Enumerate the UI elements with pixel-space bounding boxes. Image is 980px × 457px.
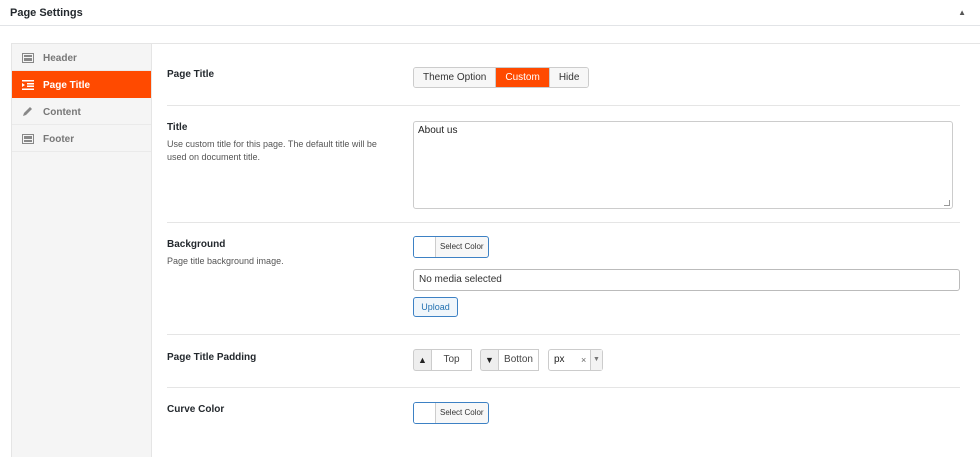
upload-button[interactable]: Upload — [413, 297, 458, 317]
media-url-input[interactable]: No media selected — [413, 269, 960, 291]
title-row: Title Use custom title for this page. Th… — [167, 106, 960, 223]
arrow-up-icon: ▲ — [413, 349, 431, 371]
layout-icon — [22, 53, 34, 63]
sidebar-item-page-title[interactable]: Page Title — [12, 71, 151, 98]
color-swatch — [414, 403, 436, 423]
clear-unit-icon[interactable]: × — [581, 350, 586, 370]
settings-title: Page Settings — [10, 7, 83, 19]
settings-panel: Header Page Title Content Footer Page Ti… — [11, 43, 980, 457]
select-color-label: Select Color — [440, 242, 484, 251]
padding-bottom-group: ▼ Botton — [480, 349, 539, 371]
settings-header[interactable]: Page Settings ▲ — [0, 0, 980, 26]
title-textarea[interactable]: About us — [413, 121, 953, 209]
page-title-mode-selector: Theme Option Custom Hide — [413, 67, 590, 88]
layout-icon — [22, 134, 34, 144]
hide-button[interactable]: Hide — [549, 68, 589, 87]
sidebar-item-footer[interactable]: Footer — [12, 125, 151, 152]
title-description: Use custom title for this page. The defa… — [167, 139, 377, 162]
theme-option-button[interactable]: Theme Option — [414, 68, 497, 87]
color-swatch — [414, 237, 436, 257]
sidebar-item-label: Content — [43, 107, 81, 118]
padding-bottom-input[interactable]: Botton — [498, 349, 539, 371]
title-value: About us — [418, 125, 458, 136]
custom-button[interactable]: Custom — [496, 68, 550, 87]
background-description: Page title background image. — [167, 256, 284, 266]
padding-row: Page Title Padding ▲ Top ▼ Botton px × ▼ — [167, 335, 960, 388]
background-label: Background — [167, 239, 226, 250]
background-color-picker[interactable]: Select Color — [413, 236, 489, 258]
page-title-row: Page Title Theme Option Custom Hide — [167, 44, 960, 106]
padding-top-input[interactable]: Top — [431, 349, 472, 371]
page-title-label: Page Title — [167, 69, 215, 80]
curve-color-label: Curve Color — [167, 404, 225, 415]
chevron-down-icon[interactable]: ▼ — [590, 350, 602, 370]
curve-color-picker[interactable]: Select Color — [413, 402, 489, 424]
settings-content: Page Title Theme Option Custom Hide Titl… — [153, 44, 980, 457]
padding-top-group: ▲ Top — [413, 349, 472, 371]
pencil-icon — [23, 107, 32, 116]
sidebar-item-label: Footer — [43, 134, 75, 145]
sidebar-item-header[interactable]: Header — [12, 44, 151, 71]
sidebar-item-label: Header — [43, 53, 77, 64]
padding-label: Page Title Padding — [167, 352, 257, 363]
sidebar-item-content[interactable]: Content — [12, 98, 151, 125]
unit-value: px — [554, 354, 565, 365]
indent-icon — [22, 80, 34, 90]
select-color-label: Select Color — [440, 408, 484, 417]
padding-unit-select[interactable]: px × ▼ — [548, 349, 603, 371]
collapse-toggle-icon[interactable]: ▲ — [958, 8, 966, 17]
resize-handle-icon[interactable] — [944, 200, 950, 206]
title-label: Title — [167, 122, 188, 133]
curve-color-row: Curve Color Select Color — [167, 388, 960, 457]
settings-sidebar: Header Page Title Content Footer — [12, 44, 152, 457]
arrow-down-icon: ▼ — [480, 349, 498, 371]
background-row: Background Page title background image. … — [167, 223, 960, 335]
sidebar-item-label: Page Title — [43, 80, 91, 91]
